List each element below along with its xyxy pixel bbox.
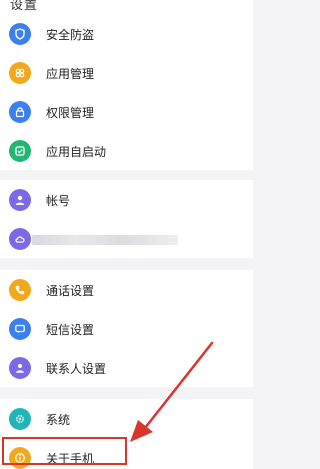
settings-item-call-settings[interactable]: 通话设置 bbox=[0, 270, 253, 309]
settings-item-autostart[interactable]: 应用自启动 bbox=[0, 131, 253, 170]
gear-icon bbox=[9, 408, 31, 430]
cloud-icon bbox=[9, 228, 31, 250]
phone-icon bbox=[9, 279, 31, 301]
settings-group-security: 安全防盗 应用管理 权限管理 应用自启动 bbox=[0, 14, 253, 170]
blurred-account-name bbox=[32, 235, 178, 245]
settings-item-security[interactable]: 安全防盗 bbox=[0, 14, 253, 53]
settings-item-label: 系统 bbox=[46, 413, 71, 427]
settings-group-account: 帐号 bbox=[0, 180, 253, 258]
apps-icon bbox=[9, 62, 31, 84]
settings-item-label: 应用管理 bbox=[46, 67, 95, 81]
settings-group-communication: 通话设置 短信设置 联系人设置 bbox=[0, 270, 253, 387]
settings-item-app-management[interactable]: 应用管理 bbox=[0, 53, 253, 92]
group-divider bbox=[0, 170, 253, 180]
title-bar: 设置 bbox=[0, 0, 253, 14]
settings-item-label: 通话设置 bbox=[46, 284, 95, 298]
settings-item-account[interactable]: 帐号 bbox=[0, 180, 253, 219]
settings-item-label: 帐号 bbox=[46, 194, 71, 208]
settings-item-sms-settings[interactable]: 短信设置 bbox=[0, 309, 253, 348]
highlight-box bbox=[2, 437, 127, 465]
settings-item-label: 联系人设置 bbox=[46, 362, 107, 376]
settings-item-contacts-settings[interactable]: 联系人设置 bbox=[0, 348, 253, 387]
settings-item-label: 权限管理 bbox=[46, 106, 95, 120]
page-title: 设置 bbox=[10, 0, 39, 13]
shield-icon bbox=[9, 23, 31, 45]
settings-item-label: 短信设置 bbox=[46, 323, 95, 337]
settings-item-permission-management[interactable]: 权限管理 bbox=[0, 92, 253, 131]
settings-item-label: 应用自启动 bbox=[46, 145, 107, 159]
contacts-icon bbox=[9, 357, 31, 379]
settings-screen: 设置 安全防盗 应用管理 权限管理 应用自启动 帐号 通话设置 短信设置 联系人… bbox=[0, 0, 253, 469]
group-divider bbox=[0, 387, 253, 399]
lock-icon bbox=[9, 101, 31, 123]
settings-item-cloud[interactable] bbox=[0, 219, 253, 258]
settings-item-system[interactable]: 系统 bbox=[0, 399, 253, 438]
message-icon bbox=[9, 318, 31, 340]
user-icon bbox=[9, 189, 31, 211]
autostart-icon bbox=[9, 140, 31, 162]
group-divider bbox=[0, 258, 253, 270]
settings-item-label: 安全防盗 bbox=[46, 28, 95, 42]
